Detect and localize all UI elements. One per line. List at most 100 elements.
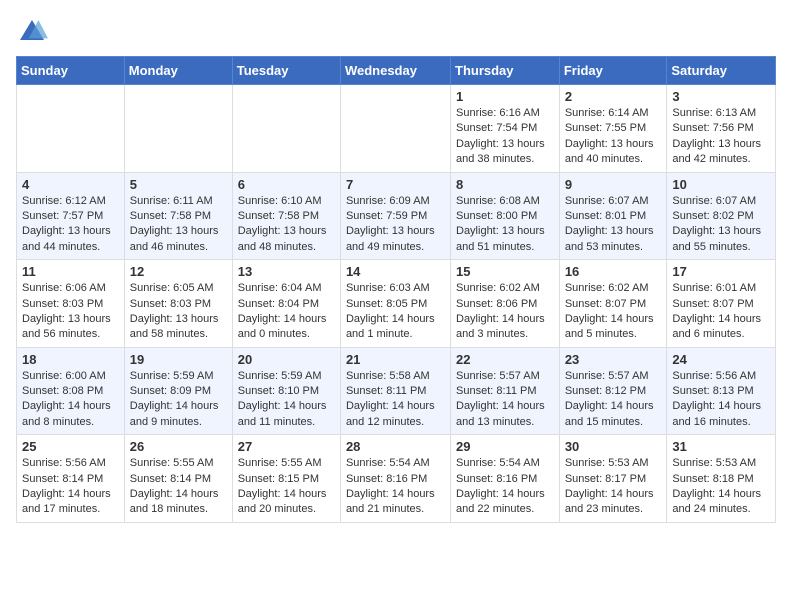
week-row-5: 25 Sunrise: 5:56 AM Sunset: 8:14 PM Dayli… <box>17 435 776 523</box>
cell-week4-day4: 22Sunrise: 5:57 AM Sunset: 8:11 PM Dayli… <box>451 347 560 435</box>
day-number: 20 <box>238 352 335 367</box>
cell-week5-day3: 28 Sunrise: 5:54 AM Sunset: 8:16 PM Dayli… <box>340 435 450 523</box>
calendar-table: SundayMondayTuesdayWednesdayThursdayFrid… <box>16 56 776 523</box>
day-number: 19 <box>130 352 227 367</box>
day-number: 14 <box>346 264 445 279</box>
day-number: 26 <box>130 439 227 454</box>
cell-content: Sunrise: 6:08 AM Sunset: 8:00 PM Dayligh… <box>456 194 554 256</box>
day-number: 28 <box>346 439 445 454</box>
cell-content: Sunrise: 6:14 AM Sunset: 7:55 PM Dayligh… <box>565 106 662 168</box>
day-number: 22 <box>456 352 554 367</box>
cell-week3-day4: 15 Sunrise: 6:02 AM Sunset: 8:06 PM Dayli… <box>451 260 560 348</box>
day-number: 25 <box>22 439 119 454</box>
day-number: 24 <box>672 352 770 367</box>
cell-week5-day0: 25 Sunrise: 5:56 AM Sunset: 8:14 PM Dayli… <box>17 435 125 523</box>
cell-content: Sunrise: 6:12 AM Sunset: 7:57 PM Dayligh… <box>22 194 119 256</box>
cell-content: Sunrise: 5:54 AM Sunset: 8:16 PM Dayligh… <box>346 456 445 518</box>
cell-content: Sunrise: 6:06 AM Sunset: 8:03 PM Dayligh… <box>22 281 119 343</box>
cell-week3-day5: 16Sunrise: 6:02 AM Sunset: 8:07 PM Dayli… <box>559 260 667 348</box>
cell-content: Sunrise: 6:10 AM Sunset: 7:58 PM Dayligh… <box>238 194 335 256</box>
day-number: 18 <box>22 352 119 367</box>
cell-content: Sunrise: 6:11 AM Sunset: 7:58 PM Dayligh… <box>130 194 227 256</box>
day-number: 31 <box>672 439 770 454</box>
cell-week1-day1 <box>124 85 232 173</box>
cell-content: Sunrise: 6:09 AM Sunset: 7:59 PM Dayligh… <box>346 194 445 256</box>
cell-week2-day1: 5 Sunrise: 6:11 AM Sunset: 7:58 PM Daylig… <box>124 172 232 260</box>
day-number: 21 <box>346 352 445 367</box>
cell-content: Sunrise: 5:55 AM Sunset: 8:15 PM Dayligh… <box>238 456 335 518</box>
header-row: SundayMondayTuesdayWednesdayThursdayFrid… <box>17 57 776 85</box>
day-number: 15 <box>456 264 554 279</box>
week-row-4: 18 Sunrise: 6:00 AM Sunset: 8:08 PM Dayli… <box>17 347 776 435</box>
cell-content: Sunrise: 6:02 AM Sunset: 8:06 PM Dayligh… <box>456 281 554 343</box>
cell-content: Sunrise: 6:04 AM Sunset: 8:04 PM Dayligh… <box>238 281 335 343</box>
cell-week3-day0: 11 Sunrise: 6:06 AM Sunset: 8:03 PM Dayli… <box>17 260 125 348</box>
cell-week4-day3: 21 Sunrise: 5:58 AM Sunset: 8:11 PM Dayli… <box>340 347 450 435</box>
page-header <box>16 16 776 48</box>
header-wednesday: Wednesday <box>340 57 450 85</box>
cell-week2-day6: 10 Sunrise: 6:07 AM Sunset: 8:02 PM Dayli… <box>667 172 776 260</box>
cell-week5-day4: 29Sunrise: 5:54 AM Sunset: 8:16 PM Dayli… <box>451 435 560 523</box>
cell-week5-day5: 30 Sunrise: 5:53 AM Sunset: 8:17 PM Dayli… <box>559 435 667 523</box>
day-number: 13 <box>238 264 335 279</box>
day-number: 8 <box>456 177 554 192</box>
cell-week1-day0 <box>17 85 125 173</box>
cell-week2-day0: 4 Sunrise: 6:12 AM Sunset: 7:57 PM Daylig… <box>17 172 125 260</box>
day-number: 6 <box>238 177 335 192</box>
day-number: 7 <box>346 177 445 192</box>
cell-week2-day4: 8 Sunrise: 6:08 AM Sunset: 8:00 PM Daylig… <box>451 172 560 260</box>
calendar-body: 1 Sunrise: 6:16 AM Sunset: 7:54 PM Daylig… <box>17 85 776 523</box>
cell-content: Sunrise: 6:07 AM Sunset: 8:02 PM Dayligh… <box>672 194 770 256</box>
cell-week3-day2: 13 Sunrise: 6:04 AM Sunset: 8:04 PM Dayli… <box>232 260 340 348</box>
cell-week4-day2: 20 Sunrise: 5:59 AM Sunset: 8:10 PM Dayli… <box>232 347 340 435</box>
week-row-1: 1 Sunrise: 6:16 AM Sunset: 7:54 PM Daylig… <box>17 85 776 173</box>
cell-content: Sunrise: 6:16 AM Sunset: 7:54 PM Dayligh… <box>456 106 554 168</box>
day-number: 17 <box>672 264 770 279</box>
week-row-3: 11 Sunrise: 6:06 AM Sunset: 8:03 PM Dayli… <box>17 260 776 348</box>
day-number: 4 <box>22 177 119 192</box>
header-thursday: Thursday <box>451 57 560 85</box>
day-number: 1 <box>456 89 554 104</box>
day-number: 27 <box>238 439 335 454</box>
cell-content: Sunrise: 5:57 AM Sunset: 8:12 PM Dayligh… <box>565 369 662 431</box>
logo <box>16 16 52 48</box>
cell-content: Sunrise: 5:53 AM Sunset: 8:18 PM Dayligh… <box>672 456 770 518</box>
header-sunday: Sunday <box>17 57 125 85</box>
cell-week1-day3 <box>340 85 450 173</box>
day-number: 9 <box>565 177 662 192</box>
cell-week5-day6: 31 Sunrise: 5:53 AM Sunset: 8:18 PM Dayli… <box>667 435 776 523</box>
cell-content: Sunrise: 6:07 AM Sunset: 8:01 PM Dayligh… <box>565 194 662 256</box>
cell-week1-day2 <box>232 85 340 173</box>
day-number: 5 <box>130 177 227 192</box>
cell-content: Sunrise: 5:56 AM Sunset: 8:14 PM Dayligh… <box>22 456 119 518</box>
day-number: 29 <box>456 439 554 454</box>
cell-week5-day1: 26 Sunrise: 5:55 AM Sunset: 8:14 PM Dayli… <box>124 435 232 523</box>
cell-week2-day2: 6 Sunrise: 6:10 AM Sunset: 7:58 PM Daylig… <box>232 172 340 260</box>
week-row-2: 4 Sunrise: 6:12 AM Sunset: 7:57 PM Daylig… <box>17 172 776 260</box>
day-number: 11 <box>22 264 119 279</box>
cell-week2-day3: 7 Sunrise: 6:09 AM Sunset: 7:59 PM Daylig… <box>340 172 450 260</box>
cell-content: Sunrise: 6:03 AM Sunset: 8:05 PM Dayligh… <box>346 281 445 343</box>
cell-week1-day4: 1 Sunrise: 6:16 AM Sunset: 7:54 PM Daylig… <box>451 85 560 173</box>
cell-content: Sunrise: 5:55 AM Sunset: 8:14 PM Dayligh… <box>130 456 227 518</box>
cell-content: Sunrise: 5:59 AM Sunset: 8:10 PM Dayligh… <box>238 369 335 431</box>
day-number: 30 <box>565 439 662 454</box>
cell-week4-day0: 18 Sunrise: 6:00 AM Sunset: 8:08 PM Dayli… <box>17 347 125 435</box>
cell-content: Sunrise: 5:59 AM Sunset: 8:09 PM Dayligh… <box>130 369 227 431</box>
cell-week3-day1: 12Sunrise: 6:05 AM Sunset: 8:03 PM Dayli… <box>124 260 232 348</box>
cell-content: Sunrise: 5:58 AM Sunset: 8:11 PM Dayligh… <box>346 369 445 431</box>
cell-week3-day3: 14 Sunrise: 6:03 AM Sunset: 8:05 PM Dayli… <box>340 260 450 348</box>
day-number: 10 <box>672 177 770 192</box>
cell-week5-day2: 27 Sunrise: 5:55 AM Sunset: 8:15 PM Dayli… <box>232 435 340 523</box>
cell-content: Sunrise: 6:00 AM Sunset: 8:08 PM Dayligh… <box>22 369 119 431</box>
cell-content: Sunrise: 5:53 AM Sunset: 8:17 PM Dayligh… <box>565 456 662 518</box>
cell-week2-day5: 9 Sunrise: 6:07 AM Sunset: 8:01 PM Daylig… <box>559 172 667 260</box>
cell-week1-day5: 2Sunrise: 6:14 AM Sunset: 7:55 PM Daylig… <box>559 85 667 173</box>
cell-content: Sunrise: 5:56 AM Sunset: 8:13 PM Dayligh… <box>672 369 770 431</box>
cell-week4-day5: 23 Sunrise: 5:57 AM Sunset: 8:12 PM Dayli… <box>559 347 667 435</box>
cell-week4-day1: 19 Sunrise: 5:59 AM Sunset: 8:09 PM Dayli… <box>124 347 232 435</box>
day-number: 23 <box>565 352 662 367</box>
day-number: 3 <box>672 89 770 104</box>
cell-week4-day6: 24 Sunrise: 5:56 AM Sunset: 8:13 PM Dayli… <box>667 347 776 435</box>
header-saturday: Saturday <box>667 57 776 85</box>
